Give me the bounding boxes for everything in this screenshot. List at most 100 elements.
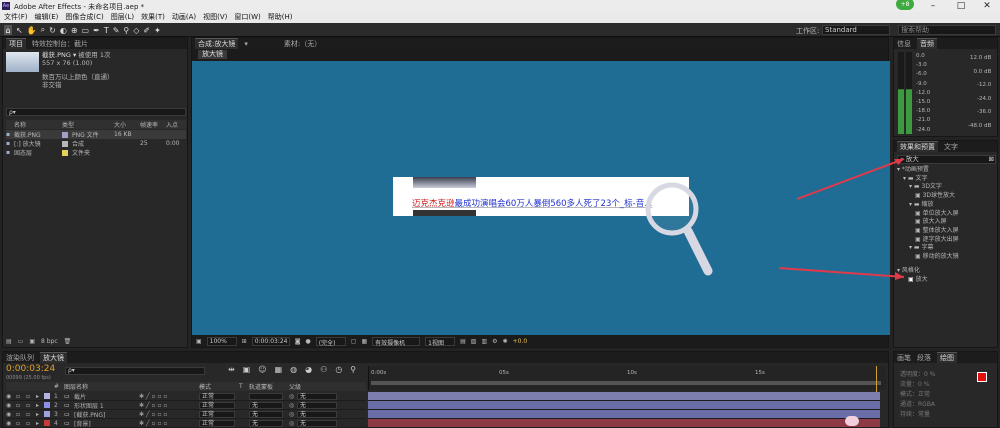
expand-arrow-icon[interactable]: ▸ (36, 411, 44, 418)
zoom-tool-icon[interactable]: ⌕ (41, 25, 45, 35)
foreground-color-swatch[interactable] (977, 372, 987, 382)
delete-icon[interactable]: 🗑 (64, 338, 72, 345)
header-mode[interactable]: 模式 (199, 382, 239, 391)
layer-name[interactable]: 截片 (74, 392, 139, 401)
breadcrumb-item[interactable]: 放大镜 (202, 50, 223, 58)
label-color-swatch[interactable] (62, 149, 68, 156)
header-track-matte[interactable]: 轨道蒙板 (249, 382, 289, 391)
text-tool-icon[interactable]: T (104, 25, 109, 35)
parent-select[interactable]: 无 (297, 410, 337, 418)
layer-mode-select[interactable]: 正常 (199, 419, 235, 427)
brainstorm-icon[interactable]: ◕ (305, 365, 312, 374)
visibility-eye-icon[interactable]: ◉ (6, 420, 16, 427)
layer-switches[interactable]: ✱ ╱ ▫ ▫ ▫ (139, 420, 199, 427)
hand-tool-icon[interactable]: ✋ (27, 25, 37, 35)
parent-select[interactable]: 无 (297, 392, 337, 400)
layer-label-color[interactable] (44, 411, 50, 417)
pin-icon[interactable]: ⚲ (350, 365, 356, 374)
exposure-value[interactable]: +0.0 (513, 338, 528, 345)
menu-item[interactable]: 视图(V) (203, 12, 227, 23)
header-t[interactable]: T (239, 383, 249, 390)
header-name[interactable]: 名称 (6, 120, 62, 129)
track-matte-select[interactable]: 无 (249, 410, 283, 418)
audio-toggle-icon[interactable]: ▫ (16, 411, 26, 418)
solo-toggle-icon[interactable]: ▫ (26, 420, 36, 427)
pan-behind-tool-icon[interactable]: ⊕ (71, 25, 78, 35)
flowchart-icon[interactable]: ⚙ (492, 338, 497, 345)
track-matte-select[interactable]: 无 (249, 401, 283, 409)
bpc-label[interactable]: 8 bpc (41, 338, 58, 345)
comp-lock-icon[interactable]: ▾ (244, 40, 248, 48)
zoom-select[interactable]: 100% (206, 337, 237, 346)
timeline-layer-row[interactable]: ◉ ▫ ▫ ▸ 4 ▭ [背景] ✱ ╱ ▫ ▫ ▫ 正常无 ◎ 无 (6, 419, 366, 428)
paint-setting[interactable]: 通道：RGBA (900, 400, 935, 410)
timeline-icon[interactable]: ▥ (481, 338, 487, 345)
maximize-button[interactable]: □ (948, 0, 974, 12)
tab-timeline-comp[interactable]: 放大镜 (40, 352, 67, 363)
header-in[interactable]: 入点 (166, 120, 178, 129)
parent-pickwhip-icon[interactable]: ◎ (289, 393, 297, 400)
layer-duration-bar[interactable] (368, 419, 880, 428)
layer-name[interactable]: [截获.PNG] (74, 410, 139, 419)
header-type[interactable]: 类型 (62, 120, 114, 129)
show-channel-icon[interactable]: ● (306, 338, 311, 345)
layer-label-color[interactable] (44, 402, 50, 408)
layer-mode-select[interactable]: 正常 (199, 410, 235, 418)
audio-toggle-icon[interactable]: ▫ (16, 420, 26, 427)
tab-paint[interactable]: 绘图 (937, 352, 957, 363)
hide-shy-icon[interactable]: ☺ (258, 365, 266, 374)
timeline-search-input[interactable]: ρ▾ (65, 367, 205, 375)
project-search-input[interactable]: ρ▾ (6, 108, 186, 116)
timeline-layer-row[interactable]: ◉ ▫ ▫ ▸ 1 ▭ 截片 ✱ ╱ ▫ ▫ ▫ 正常 ◎ 无 (6, 392, 366, 401)
layer-name[interactable]: 形状图层 1 (74, 401, 139, 410)
tab-project[interactable]: 项目 (6, 38, 26, 49)
timeline-layer-row[interactable]: ◉ ▫ ▫ ▸ 3 ▭ [截获.PNG] ✱ ╱ ▫ ▫ ▫ 正常无 ◎ 无 (6, 410, 366, 419)
work-area-bar[interactable] (371, 381, 881, 385)
solo-toggle-icon[interactable]: ▫ (26, 402, 36, 409)
roto-tool-icon[interactable]: ✐ (143, 25, 150, 35)
layer-switches[interactable]: ✱ ╱ ▫ ▫ ▫ (139, 402, 199, 409)
visibility-eye-icon[interactable]: ◉ (6, 393, 16, 400)
parent-pickwhip-icon[interactable]: ◎ (289, 411, 297, 418)
project-item[interactable]: ▪ 固态层 文件夹 (6, 148, 186, 157)
tab-effect-controls[interactable]: 特效控制台：截片 (32, 39, 88, 49)
label-color-swatch[interactable] (62, 140, 68, 147)
shape-tool-icon[interactable]: ▭ (82, 25, 90, 35)
layer-duration-bar[interactable] (368, 410, 880, 419)
new-folder-icon[interactable]: ▭ (18, 338, 24, 345)
clone-tool-icon[interactable]: ⚲ (123, 25, 129, 35)
header-fps[interactable]: 帧速率 (140, 120, 166, 129)
toggle-pixel-icon[interactable]: ▤ (460, 338, 466, 345)
current-time[interactable]: 0:00:03:24 (251, 337, 290, 346)
pen-tool-icon[interactable]: ✒ (93, 25, 100, 35)
close-button[interactable]: ✕ (974, 0, 1000, 12)
tab-audio[interactable]: 音频 (917, 38, 937, 49)
audio-toggle-icon[interactable]: ▫ (16, 393, 26, 400)
project-item[interactable]: ▪ [:] 放大镜 合成 25 0:00 (6, 139, 186, 148)
expand-arrow-icon[interactable]: ▸ (36, 420, 44, 427)
comp-canvas[interactable]: 迈克杰克逊最成功演唱会60万人暴倒560多人死了23个_标-音... (192, 61, 890, 335)
interpret-footage-icon[interactable]: ▤ (6, 338, 12, 345)
menu-item[interactable]: 文件(F) (4, 12, 28, 23)
timeline-layer-row[interactable]: ◉ ▫ ▫ ▸ 2 ▭ 形状图层 1 ✱ ╱ ▫ ▫ ▫ 正常无 ◎ 无 (6, 401, 366, 410)
region-of-interest-icon[interactable]: ▢ (351, 338, 357, 345)
header-parent[interactable]: 父级 (289, 382, 301, 391)
layer-label-color[interactable] (44, 393, 50, 399)
help-search-input[interactable]: 搜索帮助 (898, 25, 996, 35)
parent-pickwhip-icon[interactable]: ◎ (289, 420, 297, 427)
thumb-name[interactable]: 截获.PNG ▾ (42, 51, 76, 59)
tab-character[interactable]: 文字 (944, 142, 958, 152)
project-item[interactable]: ▪ 截获.PNG PNG 文件 16 KB (6, 130, 186, 139)
tab-info[interactable]: 信息 (897, 39, 911, 49)
paint-setting[interactable]: 持续：常量 (900, 410, 935, 420)
time-ruler[interactable]: 0:00s 05s 10s 15s (368, 366, 886, 426)
transparency-grid-icon[interactable]: ▦ (361, 338, 367, 345)
expand-arrow-icon[interactable]: ▸ (36, 402, 44, 409)
update-badge[interactable]: +8 (896, 0, 914, 10)
frame-blending-icon[interactable]: ▦ (275, 365, 283, 374)
expand-arrow-icon[interactable]: ▸ (36, 393, 44, 400)
tab-composition[interactable]: 合成:放大镜 (195, 38, 239, 49)
camera-select[interactable]: 有效摄像机 (372, 337, 421, 347)
header-size[interactable]: 大小 (114, 120, 140, 129)
paint-setting[interactable]: 流量：0 % (900, 380, 935, 390)
